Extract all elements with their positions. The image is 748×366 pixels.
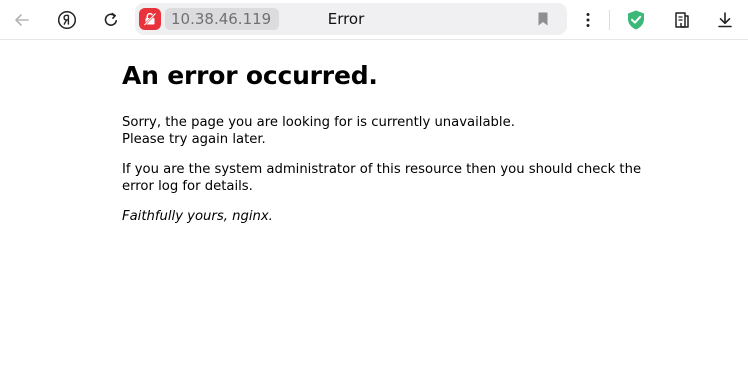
toolbar-divider <box>609 10 610 30</box>
page-title: Error <box>327 10 365 28</box>
error-heading: An error occurred. <box>122 61 378 90</box>
retry-line: Please try again later. <box>122 132 266 147</box>
bookmark-button[interactable] <box>535 11 551 27</box>
back-arrow-icon <box>15 14 29 26</box>
unavailable-line: Sorry, the page you are looking for is c… <box>122 115 515 130</box>
security-indicator[interactable] <box>139 8 161 30</box>
yandex-home-button[interactable] <box>53 6 81 34</box>
menu-button[interactable] <box>574 6 602 34</box>
nginx-signature: Faithfully yours, nginx. <box>122 209 273 224</box>
admin-message: If you are the system administrator of t… <box>122 161 682 195</box>
reader-mode-icon <box>675 12 689 28</box>
yandex-logo-icon <box>57 10 77 30</box>
protect-button[interactable] <box>622 6 650 34</box>
downloads-button[interactable] <box>711 6 739 34</box>
reload-icon <box>104 12 117 26</box>
back-button[interactable] <box>8 6 36 34</box>
browser-toolbar: 10.38.46.119 Error <box>0 0 748 40</box>
url-text[interactable]: 10.38.46.119 <box>165 8 280 30</box>
admin-line-2: error log for details. <box>122 179 253 194</box>
unavailable-message: Sorry, the page you are looking for is c… <box>122 114 682 148</box>
reload-button[interactable] <box>97 6 125 34</box>
lock-warning-icon <box>143 12 157 26</box>
admin-line-1: If you are the system administrator of t… <box>122 162 642 177</box>
download-icon <box>718 12 732 28</box>
error-page-content: An error occurred. Sorry, the page you a… <box>122 55 682 225</box>
reader-mode-button[interactable] <box>668 6 696 34</box>
bookmark-icon <box>538 12 548 26</box>
more-vertical-icon <box>586 13 590 27</box>
shield-check-icon <box>628 10 644 30</box>
address-bar[interactable]: 10.38.46.119 Error <box>135 3 567 35</box>
